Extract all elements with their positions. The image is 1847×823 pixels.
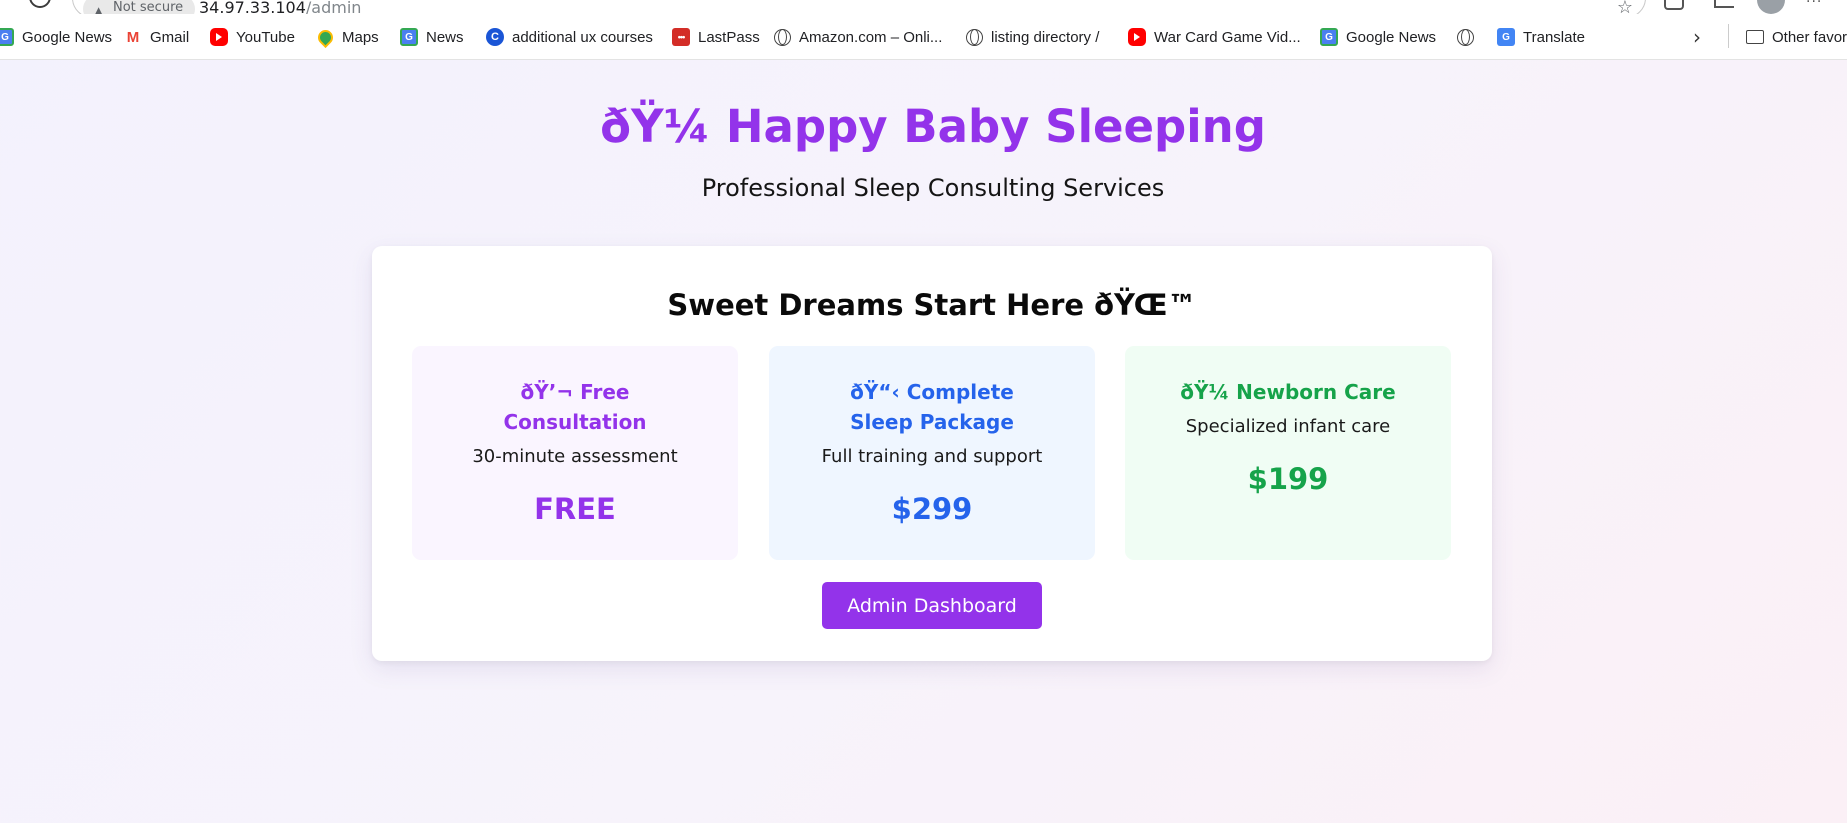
url-path: /admin: [305, 0, 362, 14]
bookmark-label: War Card Game Vid...: [1154, 28, 1301, 46]
url-text[interactable]: 34.97.33.104/admin: [199, 0, 361, 14]
bookmark-label: LastPass: [698, 28, 760, 46]
lock-icon: ▲: [94, 4, 104, 14]
gmail-icon: M: [124, 28, 142, 46]
youtube-icon: [1128, 28, 1146, 46]
service-description: Full training and support: [821, 446, 1043, 467]
service-name: ðŸ’¬ Free Consultation: [503, 380, 647, 434]
profile-avatar[interactable]: [1757, 0, 1785, 14]
bookmark-lastpass[interactable]: ••• LastPass: [672, 14, 760, 59]
bookmarks-bar: G Google News M Gmail YouTube Maps G New…: [0, 14, 1847, 60]
browser-toolbar: ▲ Not secure 34.97.33.104/admin ☆ ···: [0, 0, 1847, 14]
bookmarks-divider: [1728, 24, 1729, 48]
bookmark-amazon[interactable]: Amazon.com – Onli...: [774, 14, 943, 59]
bookmark-label: Gmail: [150, 28, 190, 46]
page-subtitle: Professional Sleep Consulting Services: [701, 174, 1165, 202]
maps-icon: [316, 28, 334, 46]
bookmark-label: additional ux courses: [512, 28, 653, 46]
page-title: ðŸ¼ Happy Baby Sleeping: [600, 100, 1266, 153]
bookmark-news[interactable]: G News: [400, 14, 464, 59]
admin-dashboard-button[interactable]: Admin Dashboard: [822, 582, 1042, 629]
bookmark-label: YouTube: [236, 28, 295, 46]
bookmark-war-card-game[interactable]: War Card Game Vid...: [1128, 14, 1301, 59]
service-price: $299: [891, 492, 973, 526]
youtube-icon: [210, 28, 228, 46]
globe-icon: [966, 28, 983, 46]
bookmark-google-news-2[interactable]: G Google News: [1320, 14, 1437, 59]
address-bar[interactable]: ▲ Not secure 34.97.33.104/admin ☆: [72, 0, 1646, 14]
service-description: 30-minute assessment: [472, 446, 678, 467]
security-label: Not secure: [113, 0, 184, 14]
service-card-free-consultation: ðŸ’¬ Free Consultation 30-minute assessm…: [412, 346, 738, 560]
bookmark-label: Google News: [22, 28, 113, 46]
url-host: 34.97.33.104: [199, 0, 306, 14]
translate-icon: G: [1497, 28, 1515, 46]
service-card-newborn-care: ðŸ¼ Newborn Care Specialized infant care…: [1125, 346, 1451, 560]
bookmark-listing-directory[interactable]: listing directory /: [966, 14, 1100, 59]
bookmark-label: News: [426, 28, 464, 46]
bookmark-star-icon[interactable]: ☆: [1617, 0, 1633, 14]
service-description: Specialized infant care: [1185, 416, 1391, 437]
extensions-icon[interactable]: [1664, 0, 1684, 10]
bookmark-youtube[interactable]: YouTube: [210, 14, 295, 59]
bookmark-label: Maps: [342, 28, 379, 46]
more-menu-icon[interactable]: ···: [1806, 0, 1822, 10]
google-news-icon: G: [1320, 28, 1338, 46]
security-indicator[interactable]: ▲ Not secure: [83, 0, 196, 14]
bookmark-maps[interactable]: Maps: [316, 14, 379, 59]
bookmark-google-news[interactable]: G Google News: [0, 14, 113, 59]
bookmark-label: Other favorites: [1772, 28, 1847, 46]
bookmark-gmail[interactable]: M Gmail: [124, 14, 190, 59]
card-heading: Sweet Dreams Start Here ðŸŒ™: [667, 288, 1197, 322]
bookmark-label: Translate: [1523, 28, 1585, 46]
service-price: $199: [1247, 462, 1329, 496]
google-news-icon: G: [400, 28, 418, 46]
bookmark-label: Google News: [1346, 28, 1437, 46]
reload-icon[interactable]: [29, 0, 51, 8]
bookmark-label: Amazon.com – Onli...: [799, 28, 943, 46]
bookmark-label: listing directory /: [991, 28, 1100, 46]
bookmark-additional-ux-courses[interactable]: C additional ux courses: [486, 14, 653, 59]
globe-icon: [774, 28, 791, 46]
chevron-right-icon[interactable]: ›: [1693, 14, 1701, 59]
google-news-icon: G: [0, 28, 14, 46]
bookmark-other-favorites[interactable]: Other favorites: [1746, 14, 1847, 59]
favorites-icon[interactable]: [1714, 0, 1734, 8]
service-price: FREE: [534, 492, 616, 526]
c-icon: C: [486, 28, 504, 46]
globe-icon: [1457, 28, 1474, 46]
bookmark-translate[interactable]: G Translate: [1497, 14, 1585, 59]
service-card-complete-sleep-package: ðŸ“‹ Complete Sleep Package Full trainin…: [769, 346, 1095, 560]
lastpass-icon: •••: [672, 28, 690, 46]
folder-icon: [1746, 30, 1764, 44]
service-name: ðŸ¼ Newborn Care: [1180, 380, 1396, 404]
service-name: ðŸ“‹ Complete Sleep Package: [850, 380, 1014, 434]
bookmark-globe[interactable]: [1457, 14, 1482, 59]
services-card: Sweet Dreams Start Here ðŸŒ™ ðŸ’¬ Free C…: [372, 246, 1492, 661]
